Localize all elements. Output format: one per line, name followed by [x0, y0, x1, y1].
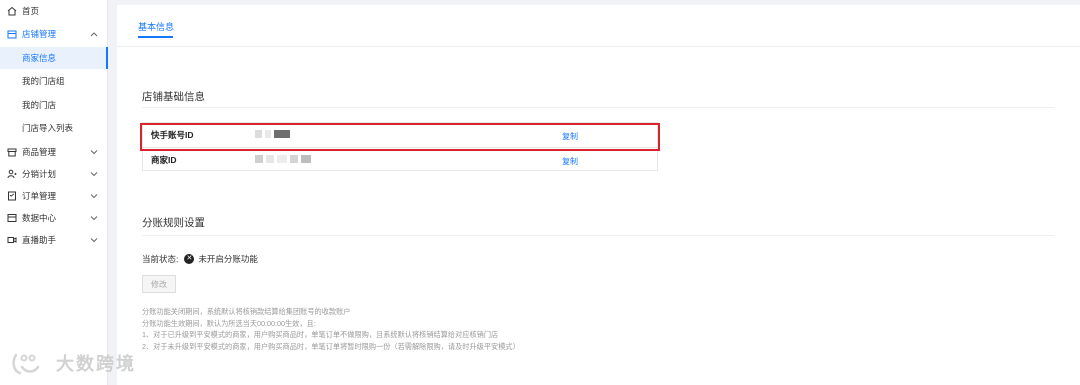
sidebar-item-orders[interactable]: 订单管理 [0, 185, 108, 207]
tab-bar: 基本信息 [117, 5, 1080, 47]
user-share-icon [7, 169, 17, 179]
data-icon [7, 213, 17, 223]
sidebar-subitem-my-stores[interactable]: 我的门店 [0, 94, 108, 116]
home-icon [7, 6, 17, 16]
sidebar-item-label: 数据中心 [22, 213, 57, 223]
status-label: 当前状态: [142, 254, 179, 264]
sidebar-item-label: 首页 [22, 6, 40, 16]
sidebar-item-home[interactable]: 首页 [0, 0, 108, 22]
sidebar-subitem-merchant-info[interactable]: 商家信息 [0, 47, 108, 69]
split-status: 当前状态: ✕ 未开启分账功能 [142, 253, 258, 265]
sidebar-item-live-assistant[interactable]: 直播助手 [0, 229, 108, 251]
sidebar-item-label: 直播助手 [22, 235, 57, 245]
sidebar-subitem-store-import-list[interactable]: 门店导入列表 [0, 117, 108, 139]
sidebar-subitem-my-store-group[interactable]: 我的门店组 [0, 70, 108, 92]
main-panel: 基本信息 店铺基础信息 快手账号ID 复制 商家ID 复制 分账规则设置 当前状… [117, 5, 1080, 385]
sidebar-subitem-label: 我的门店 [22, 100, 57, 110]
note-line: 2、对于未升级到平安模式的商家，用户购买商品时，单笔订单将暂时限购一份（若需解除… [142, 341, 520, 351]
sidebar-item-products[interactable]: 商品管理 [0, 141, 108, 163]
note-line: 分账功能关闭期间，系统默认将核销款结算给集团账号的收款账户 [142, 307, 351, 316]
split-section-title: 分账规则设置 [142, 217, 205, 229]
watermark-text: 大数跨境 [56, 354, 136, 374]
sidebar-item-label: 店铺管理 [22, 29, 57, 39]
sidebar-subitem-label: 门店导入列表 [22, 123, 74, 133]
sidebar: 首页 店铺管理 商家信息 我的门店组 我的门店 门店导入列表 商品管理 分销计划 [0, 0, 108, 385]
note-line: 1、对于已升级到平安模式的商家，用户购买商品时，单笔订单不做限购，且系统默认将核… [142, 330, 499, 339]
chevron-down-icon [89, 171, 99, 177]
order-icon [7, 191, 17, 201]
edit-button[interactable]: 修改 [142, 275, 176, 293]
chevron-down-icon [89, 149, 99, 155]
section-divider [142, 235, 1054, 236]
store-icon [7, 29, 17, 39]
split-notes: 分账功能关闭期间，系统默认将核销款结算给集团账号的收款账户 分账功能生效期间，默… [142, 306, 520, 352]
chevron-down-icon [89, 193, 99, 199]
sidebar-item-data-center[interactable]: 数据中心 [0, 207, 108, 229]
sidebar-item-store-management[interactable]: 店铺管理 [0, 23, 108, 45]
sidebar-item-label: 分销计划 [22, 169, 57, 179]
highlight-box [140, 123, 660, 151]
box-icon [7, 147, 17, 157]
status-value: 未开启分账功能 [198, 254, 258, 264]
sidebar-item-label: 订单管理 [22, 191, 57, 201]
sidebar-subitem-label: 我的门店组 [22, 76, 65, 86]
tab-active-indicator [138, 36, 173, 38]
store-section-title: 店铺基础信息 [142, 91, 205, 103]
copy-button[interactable]: 复制 [562, 156, 578, 167]
section-divider [142, 107, 1054, 108]
chevron-up-icon [89, 31, 99, 37]
note-line: 分账功能生效期间，默认为所选当天00:00:00生效，且: [142, 318, 316, 328]
video-icon [7, 235, 17, 245]
watermark: 大数跨境 [10, 349, 136, 377]
chevron-down-icon [89, 237, 99, 243]
watermark-logo-icon [12, 353, 40, 375]
close-circle-icon: ✕ [184, 254, 195, 264]
sidebar-item-label: 商品管理 [22, 147, 57, 157]
sidebar-subitem-label: 商家信息 [22, 53, 57, 63]
row-key: 商家ID [151, 154, 177, 165]
redacted-value [255, 155, 311, 163]
sidebar-item-distribution[interactable]: 分销计划 [0, 163, 108, 185]
chevron-down-icon [89, 215, 99, 221]
tab-basic-info[interactable]: 基本信息 [138, 20, 174, 33]
